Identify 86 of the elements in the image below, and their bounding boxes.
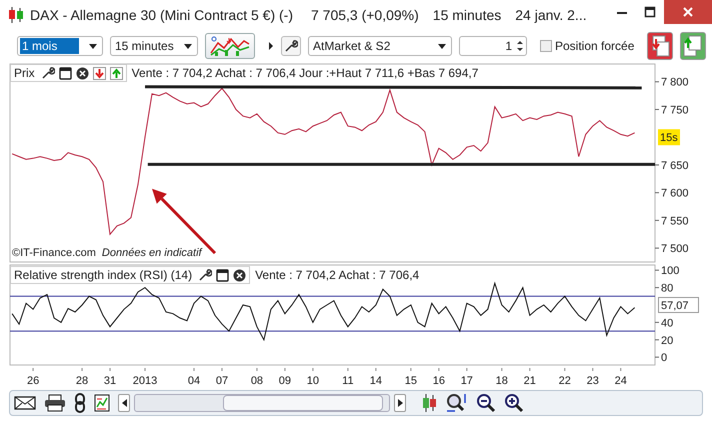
axis-label: 09 bbox=[278, 375, 292, 387]
window-icon[interactable] bbox=[216, 268, 230, 282]
close-icon[interactable] bbox=[76, 66, 89, 80]
time-badge: 15s bbox=[658, 129, 680, 146]
source-text: ©IT-Finance.com bbox=[12, 247, 96, 259]
quote-text: 7 705,3 (+0,09%) bbox=[310, 7, 419, 23]
maximize-icon bbox=[644, 6, 656, 18]
panel-label: Prix bbox=[14, 66, 35, 80]
axis-label: 7 800 bbox=[661, 76, 689, 89]
zoom-fit-icon[interactable] bbox=[446, 393, 468, 413]
axis-label: 20 bbox=[661, 334, 674, 347]
candlestick-icon bbox=[8, 6, 24, 24]
caret-icon bbox=[88, 42, 98, 50]
axis-label: 7 750 bbox=[661, 104, 689, 116]
close-button[interactable] bbox=[664, 0, 712, 24]
axis-label: 7 600 bbox=[661, 188, 689, 200]
value-badge: 57,07 bbox=[658, 297, 699, 313]
axis-label: 7 550 bbox=[661, 215, 689, 228]
zoom-out-icon[interactable] bbox=[476, 393, 496, 413]
spinner-arrows-icon bbox=[517, 40, 523, 52]
expand-arrow-icon[interactable] bbox=[268, 41, 274, 51]
scroll-thumb[interactable] bbox=[223, 395, 383, 411]
interval-dropdown[interactable]: 15 minutes bbox=[110, 36, 198, 56]
zoom-in-icon[interactable] bbox=[504, 393, 524, 413]
axis-label: 80 bbox=[661, 282, 674, 295]
axis-label: 14 bbox=[370, 375, 382, 387]
document-up-arrow-icon bbox=[683, 35, 704, 57]
link-icon[interactable] bbox=[74, 393, 86, 413]
indicators-button[interactable] bbox=[205, 33, 255, 59]
scroll-right-button[interactable] bbox=[394, 394, 406, 412]
wrench-icon[interactable] bbox=[40, 66, 55, 80]
chart-icon bbox=[209, 35, 251, 57]
axis-label: 21 bbox=[524, 375, 536, 387]
axis-label: 2013 bbox=[132, 375, 158, 387]
document-down-arrow-icon bbox=[650, 35, 670, 57]
axis-label: 26 bbox=[26, 375, 40, 387]
settings-button[interactable] bbox=[281, 36, 301, 56]
up-arrow-button[interactable] bbox=[680, 32, 706, 60]
caret-icon bbox=[183, 42, 193, 50]
axis-label: 23 bbox=[586, 375, 599, 387]
axis-label: 24 bbox=[614, 375, 627, 387]
axis-label: 22 bbox=[558, 375, 571, 387]
axis-label: 7 500 bbox=[661, 243, 689, 256]
down-arrow-button[interactable] bbox=[647, 32, 674, 60]
caret-icon bbox=[437, 42, 447, 50]
left-arrow-icon bbox=[122, 399, 126, 407]
axis-label: 16 bbox=[432, 375, 445, 387]
axis-label: 07 bbox=[216, 375, 228, 387]
printer-icon[interactable] bbox=[44, 394, 66, 412]
axis-label: 31 bbox=[104, 375, 116, 387]
mail-icon[interactable] bbox=[14, 395, 36, 411]
axis-label: 7 650 bbox=[661, 160, 689, 172]
axis-label: 100 bbox=[661, 265, 680, 278]
window-icon[interactable] bbox=[58, 66, 72, 80]
close-icon[interactable] bbox=[233, 268, 246, 282]
panel-label: Relative strength index (RSI) (14) bbox=[14, 268, 192, 282]
period-dropdown[interactable]: 1 mois bbox=[17, 36, 103, 56]
strategy-dropdown[interactable]: AtMarket & S2 bbox=[308, 36, 452, 56]
wrench-icon[interactable] bbox=[198, 268, 212, 282]
axis-label: 04 bbox=[188, 375, 200, 387]
axis-label: 10 bbox=[306, 375, 320, 387]
quote-info: Vente : 7 704,2 Achat : 7 706,4 bbox=[255, 268, 420, 282]
up-arrow-icon[interactable] bbox=[110, 66, 123, 80]
quote-info: Vente : 7 704,2 Achat : 7 706,4 Jour :+Haut 7 711,6 +Bas 7 694,7 bbox=[132, 66, 478, 80]
axis-label: 28 bbox=[76, 375, 88, 387]
date-text: 24 janv. 2... bbox=[515, 7, 587, 23]
axis-label: 0 bbox=[661, 352, 668, 364]
forced-position-checkbox[interactable]: Position forcée bbox=[540, 39, 634, 53]
axis-label: 11 bbox=[342, 375, 354, 387]
axis-label: 08 bbox=[250, 375, 264, 387]
scrollbar[interactable] bbox=[134, 394, 390, 412]
axis-label: 15 bbox=[404, 375, 417, 387]
right-arrow-icon bbox=[398, 399, 402, 407]
disclaimer-text: Données en indicatif bbox=[102, 247, 202, 259]
axis-label: 17 bbox=[460, 375, 473, 387]
document-icon[interactable] bbox=[94, 394, 110, 412]
candlestick-icon[interactable] bbox=[420, 393, 438, 413]
close-icon bbox=[682, 6, 694, 18]
quantity-spinner[interactable]: 1 bbox=[459, 36, 527, 56]
scroll-left-button[interactable] bbox=[118, 394, 130, 412]
axis-label: 18 bbox=[496, 375, 508, 387]
axis-label: 40 bbox=[661, 317, 674, 330]
down-arrow-icon[interactable] bbox=[92, 66, 106, 80]
interval-text: 15 minutes bbox=[432, 7, 502, 23]
wrench-icon bbox=[284, 39, 298, 53]
window-title: DAX - Allemagne 30 (Mini Contract 5 €) (-) bbox=[30, 7, 293, 23]
